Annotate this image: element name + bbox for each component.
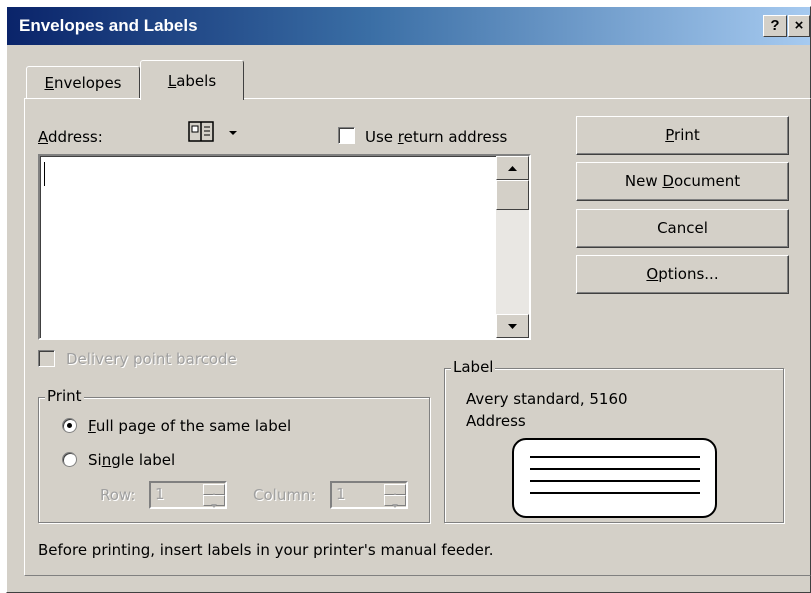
options-button-label: Options... [646,265,719,283]
label-preview-image[interactable] [512,438,717,518]
close-icon: × [794,17,804,34]
delivery-barcode-checkbox[interactable] [38,350,55,367]
column-spinner[interactable]: 1 [330,481,408,509]
print-button-label: Print [665,126,700,144]
delivery-barcode-label: Delivery point barcode [66,350,237,368]
single-label-radio[interactable] [62,452,77,467]
scroll-up-icon [508,166,517,171]
row-label: Row: [100,486,136,504]
tab-envelopes-label: Envelopes [44,74,122,92]
full-page-radio[interactable] [62,418,77,433]
close-button[interactable]: × [788,15,810,37]
row-value: 1 [155,485,165,503]
label-product-name: Avery standard, 5160 [466,390,628,408]
text-cursor [44,162,45,186]
cancel-button[interactable]: Cancel [576,209,789,248]
use-return-address-checkbox[interactable] [338,127,355,144]
footer-instruction: Before printing, insert labels in your p… [38,541,494,559]
new-document-button-label: New Document [624,172,741,190]
tab-envelopes[interactable]: Envelopes [26,66,140,98]
new-document-button[interactable]: New Document [576,162,789,201]
column-value: 1 [336,485,346,503]
label-group-legend: Label [451,358,496,376]
column-spin-down[interactable] [384,495,406,508]
single-label-label: Single label [88,451,176,469]
label-product-type: Address [466,412,526,430]
address-book-button[interactable] [185,118,217,146]
address-textarea[interactable] [38,154,531,340]
preview-line [530,468,700,470]
tab-labels-label: Labels [167,72,217,90]
preview-line [530,456,700,458]
tab-labels[interactable]: Labels [140,60,244,100]
address-scrollbar[interactable] [496,156,529,338]
address-label: Address: [38,128,103,146]
scroll-down-button[interactable] [496,314,529,338]
row-spin-down[interactable] [203,495,225,508]
help-button[interactable]: ? [763,15,787,37]
print-group-legend: Print [45,387,84,405]
address-book-dropdown[interactable] [222,118,244,146]
spin-down-icon [392,504,398,508]
row-spinner[interactable]: 1 [149,481,227,509]
chevron-down-icon [229,131,237,135]
full-page-label: Full page of the same label [88,417,292,435]
scroll-up-button[interactable] [496,156,529,180]
row-spin-up[interactable] [203,484,225,497]
column-spin-up[interactable] [384,484,406,497]
radio-selected-dot [67,423,72,428]
title-bar[interactable]: Envelopes and Labels ? × [7,7,810,45]
window-title: Envelopes and Labels [19,16,198,35]
spin-down-icon [211,504,217,508]
column-label: Column: [253,486,316,504]
help-icon: ? [770,17,780,34]
preview-line [530,480,700,482]
print-button[interactable]: Print [576,116,789,155]
scroll-down-icon [508,324,517,329]
scroll-thumb[interactable] [496,180,529,210]
preview-line [530,492,700,494]
use-return-address-label: Use return address [365,128,508,146]
address-book-icon [188,121,214,142]
options-button[interactable]: Options... [576,255,789,294]
cancel-button-label: Cancel [657,219,708,237]
